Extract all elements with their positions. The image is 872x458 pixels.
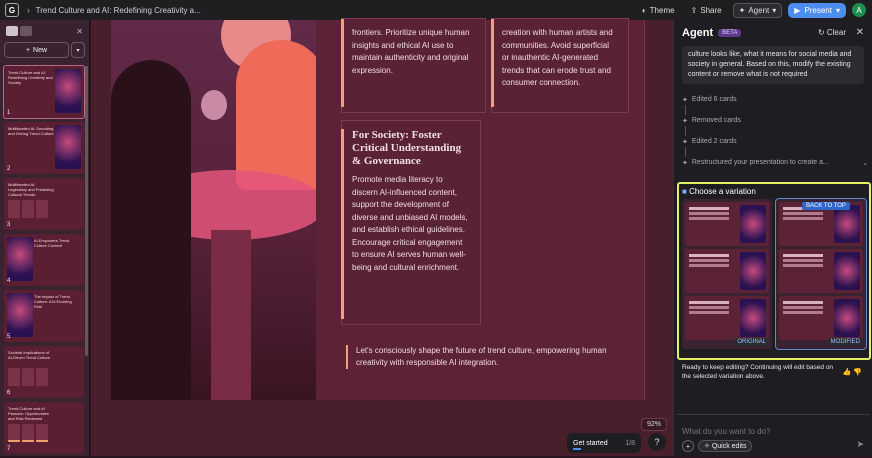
step-item: ✦ Edited 6 cards (682, 96, 737, 104)
slide-thumbnail[interactable]: Multifaceted AI: Legendary and Predictin… (4, 178, 84, 230)
sparkle-icon: ✦ (682, 138, 688, 146)
palette-icon: ◐ (641, 5, 647, 15)
illustration-table-base (211, 230, 251, 400)
play-icon: ▶ (794, 5, 801, 15)
thumbs-down-icon[interactable]: 👎 (853, 369, 862, 376)
illustration-person (111, 60, 191, 400)
ready-message: Ready to keep editing? Continuing will e… (682, 364, 834, 380)
variation-modified[interactable]: BACK TO TOP MODIFIED (775, 198, 867, 350)
back-to-top-button[interactable]: BACK TO TOP (802, 202, 850, 210)
sparkle-icon: ✦ (682, 159, 688, 167)
app-logo-icon[interactable]: G (5, 3, 19, 17)
content-card[interactable]: frontiers. Prioritize unique human insig… (341, 18, 486, 113)
chevron-right-icon: › (27, 5, 30, 15)
illustration-chip (201, 90, 227, 120)
slide-thumbnail[interactable]: The Impact of Trend Culture: AI's Evolvi… (4, 290, 84, 342)
list-view-icon[interactable] (6, 26, 18, 36)
top-bar: G › Trend Culture and AI: Redefining Cre… (0, 0, 872, 20)
slide-thumbnail[interactable]: AI Empowers Trend Culture Content 4 (4, 234, 84, 286)
thumbs-up-icon[interactable]: 👍 (843, 369, 852, 376)
share-icon: ⇪ (690, 5, 698, 15)
new-card-button[interactable]: + New (4, 42, 69, 58)
slide-thumbnail[interactable]: Trend Culture and AI: Redefining Creativ… (3, 65, 85, 119)
thumbnail-image (55, 125, 81, 169)
modified-label: MODIFIED (827, 338, 863, 346)
agent-input-box: + ✧ Quick edits ➤ (677, 414, 870, 454)
theme-button[interactable]: ◐ Theme (637, 4, 680, 17)
editor-canvas: frontiers. Prioritize unique human insig… (91, 18, 673, 456)
variation-original[interactable]: ORIGINAL (682, 199, 772, 349)
clear-button[interactable]: ↻ Clear (818, 28, 846, 37)
get-started-progress (573, 448, 581, 450)
zoom-level[interactable]: 92% (640, 418, 667, 431)
share-button[interactable]: ⇪ Share (686, 4, 727, 17)
variation-chooser: ■ Choose a variation ORIGINAL BACK TO TO… (677, 182, 871, 360)
close-icon[interactable]: ✕ (856, 27, 864, 38)
closing-quote[interactable]: Let's consciously shape the future of tr… (346, 345, 626, 369)
agent-steps: ✦ Edited 6 cards ✦ Removed cards ✦ Edited 2… (682, 94, 872, 168)
thumbnail-image (7, 293, 33, 337)
refresh-icon: ↻ (817, 28, 825, 37)
sparkle-icon: ✦ (682, 96, 688, 104)
slide-panel: ✕ + New ▾ Trend Culture and AI: Redefinin… (0, 20, 90, 456)
step-item: ✦ Removed cards (682, 117, 741, 125)
slide-illustration (111, 20, 316, 400)
slide-thumbnail[interactable]: Multifaceted AI: Decoding and Driving Tr… (4, 122, 84, 174)
new-card-dropdown[interactable]: ▾ (71, 42, 85, 58)
slide[interactable]: frontiers. Prioritize unique human insig… (111, 18, 645, 400)
thumbnail-image (55, 69, 81, 113)
chevron-down-icon: ▾ (772, 5, 777, 15)
variation-title: ■ Choose a variation (682, 187, 756, 196)
content-card[interactable]: creation with human artists and communit… (491, 18, 629, 113)
slide-thumbnail[interactable]: Trend Culture and AI Paradox: Opportunit… (4, 402, 84, 454)
agent-title: Agent (682, 27, 714, 39)
illustration-person (236, 40, 316, 190)
user-message: culture looks like, what it means for so… (682, 46, 864, 84)
send-icon[interactable]: ➤ (856, 439, 864, 450)
beta-badge: BETA (718, 29, 742, 37)
slide-thumbnails: Trend Culture and AI: Redefining Creativ… (3, 65, 85, 458)
thumbnail-image (7, 237, 33, 281)
slide-thumbnail[interactable]: Societal Implications of AI-Driven Trend… (4, 346, 84, 398)
agent-button[interactable]: ✦ Agent ▾ (732, 2, 783, 18)
original-label: ORIGINAL (734, 338, 769, 346)
agent-prompt-input[interactable] (682, 425, 862, 438)
panel-scrollbar[interactable] (85, 66, 88, 356)
step-item: ✦ Edited 2 cards (682, 138, 737, 146)
document-title[interactable]: Trend Culture and AI: Redefining Creativ… (36, 6, 201, 15)
grid-view-icon[interactable] (20, 26, 32, 36)
chevron-down-icon: ⌄ (862, 159, 868, 167)
step-item[interactable]: ✦ Restructured your presentation to creat… (682, 157, 872, 168)
plus-icon: + (25, 46, 31, 54)
help-button[interactable]: ? (648, 433, 666, 451)
get-started-button[interactable]: Get started 1/8 (567, 433, 641, 453)
sparkle-icon: ✦ (738, 5, 746, 15)
sparkle-icon: ✦ (682, 117, 688, 125)
sparkle-icon: ✧ (704, 443, 710, 450)
chevron-down-icon[interactable]: ▾ (836, 6, 840, 15)
content-card[interactable]: For Society: Foster Critical Understandi… (341, 120, 481, 325)
card-heading: For Society: Foster Critical Understandi… (352, 129, 462, 167)
quick-edits-button[interactable]: ✧ Quick edits (698, 440, 753, 452)
present-button[interactable]: ▶ Present ▾ (788, 2, 846, 18)
avatar[interactable]: A (852, 3, 866, 17)
close-panel-icon[interactable]: ✕ (76, 27, 83, 36)
variation-icon: ■ (682, 187, 687, 196)
add-attachment-button[interactable]: + (682, 440, 694, 452)
agent-panel: Agent BETA ↻ Clear ✕ culture looks like,… (673, 20, 872, 456)
